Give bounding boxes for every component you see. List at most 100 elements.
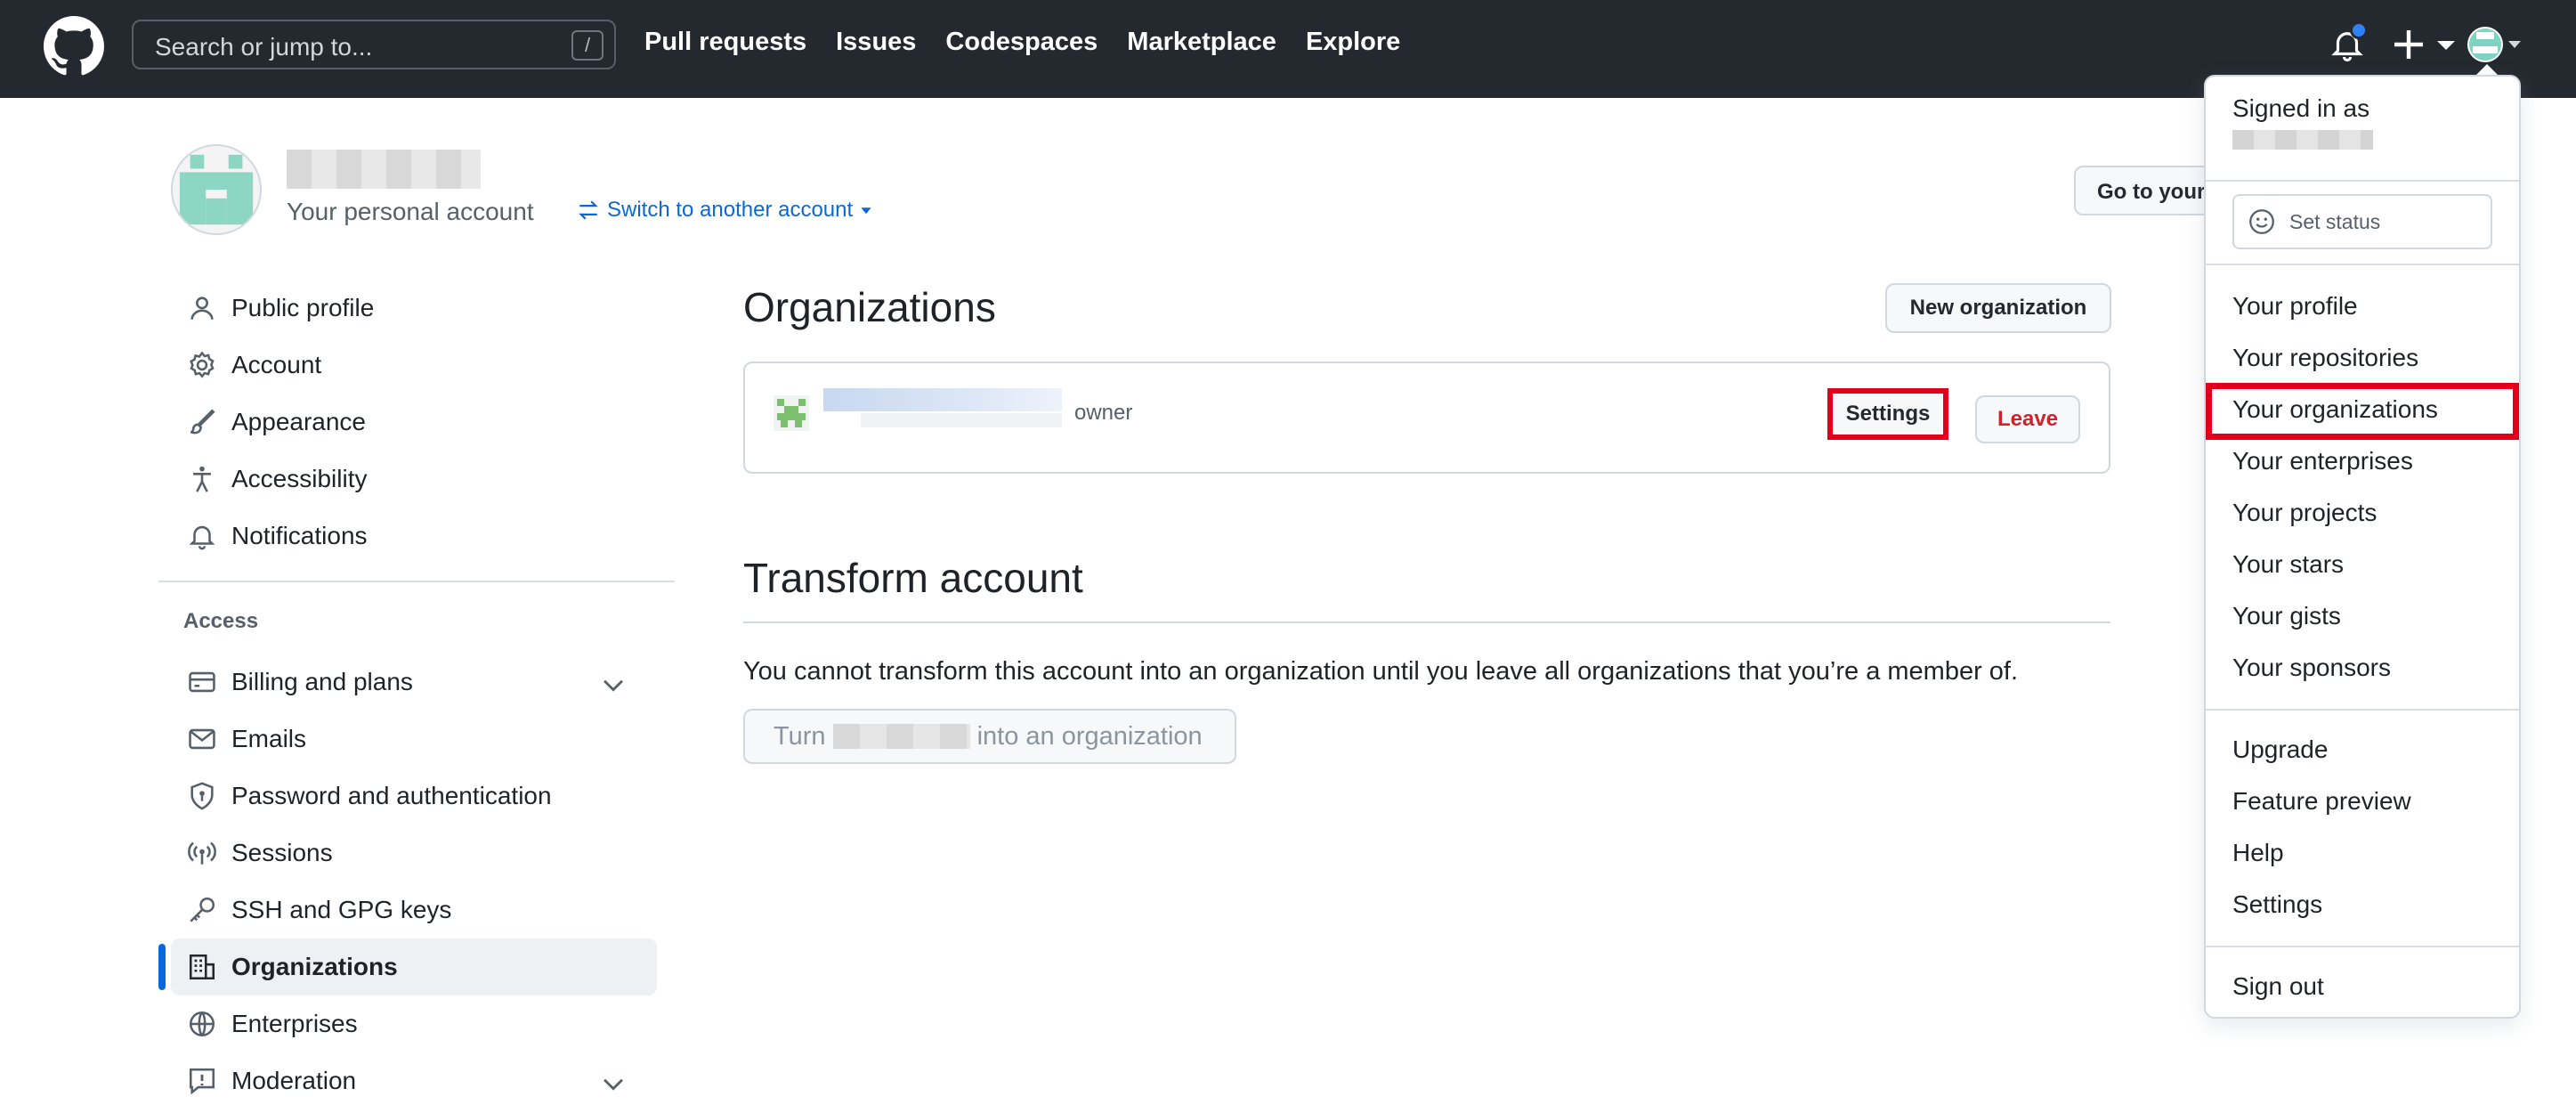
- key-icon: [190, 897, 215, 922]
- top-header: Search or jump to... / Pull requests Iss…: [0, 0, 2576, 98]
- sidebar-label: Password and authentication: [231, 782, 552, 809]
- page-title: Organizations: [743, 284, 996, 330]
- menu-your-projects[interactable]: Your projects: [2232, 499, 2377, 527]
- github-logo-icon[interactable]: [44, 16, 104, 77]
- dropdown-divider: [2206, 946, 2519, 947]
- user-avatar-menu-icon[interactable]: [2466, 25, 2523, 64]
- leave-organization-button[interactable]: Leave: [1975, 395, 2080, 443]
- chevron-down-icon[interactable]: [598, 1068, 628, 1099]
- sidebar-divider: [158, 581, 675, 582]
- organization-role: owner: [1074, 401, 1133, 425]
- sidebar-item-billing[interactable]: Billing and plans: [158, 654, 675, 711]
- mail-icon: [189, 728, 215, 750]
- menu-upgrade[interactable]: Upgrade: [2232, 735, 2328, 764]
- chevron-down-icon[interactable]: [598, 670, 628, 700]
- set-status-button[interactable]: Set status: [2232, 194, 2492, 249]
- organization-icon: [189, 954, 215, 980]
- organization-list-item: owner Settings Leave: [743, 362, 2110, 474]
- notification-indicator: [2350, 21, 2368, 39]
- sidebar-item-ssh-gpg[interactable]: SSH and GPG keys: [158, 881, 675, 938]
- shield-lock-icon: [190, 782, 214, 810]
- report-icon: [189, 1068, 215, 1095]
- section-divider: [743, 621, 2110, 623]
- sidebar-item-notifications[interactable]: Notifications: [158, 508, 675, 565]
- credit-card-icon: [189, 671, 215, 693]
- sidebar-item-moderation[interactable]: Moderation: [158, 1052, 675, 1109]
- menu-your-sponsors[interactable]: Your sponsors: [2232, 654, 2391, 682]
- set-status-label: Set status: [2289, 209, 2381, 233]
- go-to-profile-button[interactable]: Go to your: [2074, 166, 2225, 215]
- person-icon: [190, 297, 214, 320]
- caret-down-icon: [861, 207, 871, 215]
- turn-prefix: Turn: [774, 721, 826, 751]
- profile-avatar: [171, 144, 262, 235]
- sidebar-label: Billing and plans: [231, 668, 413, 695]
- search-input[interactable]: Search or jump to... /: [132, 20, 616, 69]
- sidebar-item-organizations[interactable]: Organizations: [158, 938, 657, 995]
- dropdown-divider: [2206, 264, 2519, 265]
- new-organization-button[interactable]: New organization: [1885, 283, 2111, 333]
- sidebar-label: Account: [231, 351, 322, 378]
- signed-in-as-label: Signed in as: [2232, 94, 2370, 122]
- sidebar-heading-access: Access: [183, 609, 259, 633]
- nav-issues[interactable]: Issues: [836, 28, 916, 57]
- create-new-plus-icon[interactable]: [2391, 27, 2462, 62]
- menu-your-stars[interactable]: Your stars: [2232, 550, 2344, 579]
- menu-settings[interactable]: Settings: [2232, 890, 2322, 919]
- sidebar-item-sessions[interactable]: Sessions: [158, 825, 675, 881]
- menu-your-gists[interactable]: Your gists: [2232, 602, 2341, 630]
- switch-account-label: Switch to another account: [607, 198, 854, 222]
- gear-icon: [190, 351, 215, 378]
- sidebar-item-enterprises[interactable]: Enterprises: [158, 995, 675, 1052]
- profile-username-redacted: [287, 150, 481, 189]
- sidebar-item-public-profile[interactable]: Public profile: [158, 280, 675, 337]
- organization-settings-button[interactable]: Settings: [1827, 388, 1948, 440]
- highlight-box-your-organizations: [2206, 383, 2519, 440]
- menu-sign-out[interactable]: Sign out: [2232, 972, 2324, 1001]
- username-redacted: [832, 724, 970, 749]
- search-shortcut-key: /: [571, 30, 603, 61]
- sidebar-label: Organizations: [231, 953, 398, 980]
- dropdown-divider: [2206, 709, 2519, 711]
- settings-sidebar: Public profile Account Appearance Access…: [158, 280, 675, 1109]
- sidebar-label: Moderation: [231, 1067, 357, 1094]
- turn-into-organization-button: Turn into an organization: [743, 709, 1236, 764]
- transform-account-description: You cannot transform this account into a…: [743, 657, 2019, 686]
- menu-your-enterprises[interactable]: Your enterprises: [2232, 447, 2413, 475]
- smiley-icon: [2249, 209, 2274, 234]
- accessibility-icon: [193, 466, 211, 492]
- nav-marketplace[interactable]: Marketplace: [1127, 28, 1276, 57]
- menu-feature-preview[interactable]: Feature preview: [2232, 787, 2411, 816]
- sidebar-label: Enterprises: [231, 1010, 358, 1037]
- organization-name-redacted[interactable]: [823, 388, 1062, 411]
- top-nav: Pull requests Issues Codespaces Marketpl…: [644, 28, 1400, 57]
- sidebar-label: Sessions: [231, 839, 333, 866]
- sidebar-label: Appearance: [231, 408, 367, 435]
- sidebar-item-appearance[interactable]: Appearance: [158, 394, 675, 451]
- paintbrush-icon: [190, 409, 215, 435]
- sidebar-label: Emails: [231, 725, 307, 752]
- sidebar-label: SSH and GPG keys: [231, 896, 452, 923]
- search-placeholder: Search or jump to...: [155, 33, 373, 61]
- sidebar-item-password[interactable]: Password and authentication: [158, 768, 675, 825]
- switch-arrows-icon: [579, 200, 598, 220]
- nav-explore[interactable]: Explore: [1306, 28, 1400, 57]
- dropdown-divider: [2206, 180, 2519, 182]
- transform-account-heading: Transform account: [743, 555, 1083, 601]
- sidebar-item-emails[interactable]: Emails: [158, 711, 675, 768]
- sidebar-item-accessibility[interactable]: Accessibility: [158, 451, 675, 508]
- sidebar-label: Accessibility: [231, 465, 368, 492]
- switch-account-link[interactable]: Switch to another account: [577, 198, 872, 223]
- turn-suffix: into an organization: [976, 721, 1203, 751]
- menu-your-profile[interactable]: Your profile: [2232, 292, 2358, 321]
- menu-help[interactable]: Help: [2232, 839, 2284, 867]
- organization-avatar-icon: [774, 395, 809, 431]
- menu-your-repositories[interactable]: Your repositories: [2232, 344, 2418, 372]
- nav-codespaces[interactable]: Codespaces: [945, 28, 1098, 57]
- sidebar-item-account[interactable]: Account: [158, 337, 675, 394]
- broadcast-icon: [188, 841, 216, 865]
- personal-account-label: Your personal account: [287, 198, 534, 225]
- organization-name-redacted-line2: [861, 413, 1062, 427]
- nav-pull-requests[interactable]: Pull requests: [644, 28, 806, 57]
- sidebar-label: Public profile: [231, 294, 375, 321]
